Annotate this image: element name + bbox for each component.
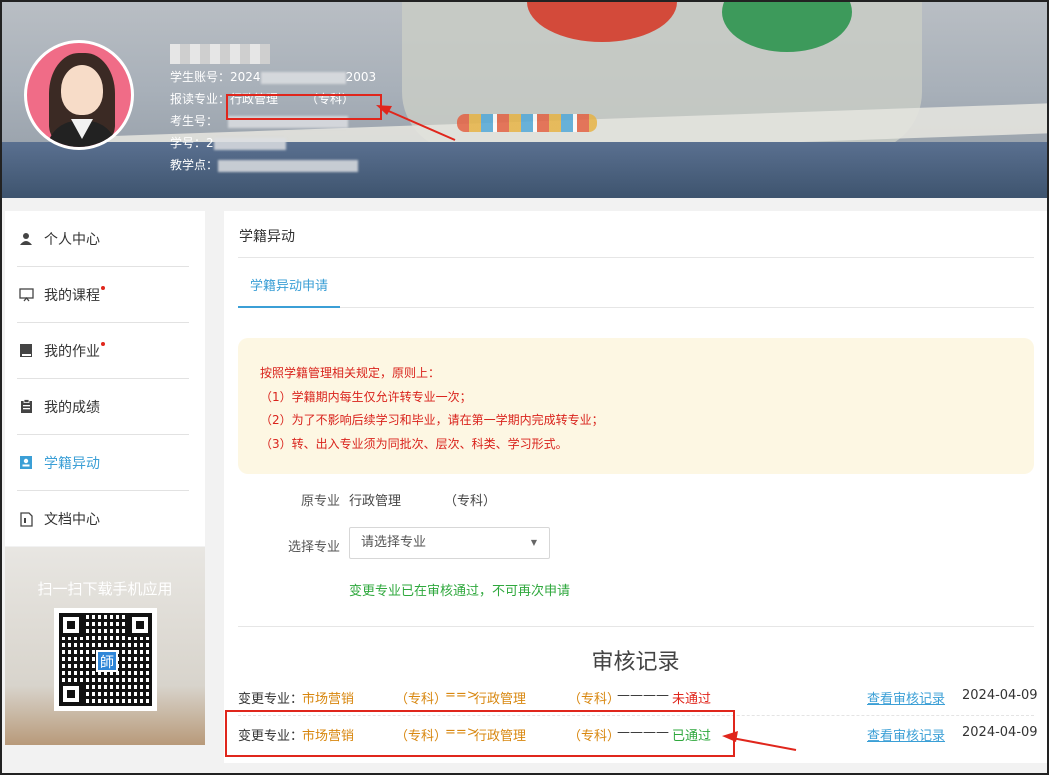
original-major-name: 行政管理: [349, 494, 402, 509]
sidebar: 个人中心 我的课程 我的作业 我的成绩 学籍异动 文档中心: [5, 211, 205, 546]
page-title: 学籍异动: [239, 229, 295, 245]
sidebar-item-status-change[interactable]: 学籍异动: [17, 435, 189, 491]
select-major-label: 选择专业: [287, 540, 340, 555]
sidebar-item-label: 我的作业: [44, 343, 100, 360]
major-select-placeholder: 请选择专业: [361, 535, 427, 550]
divider: [238, 626, 1034, 627]
passed-record-highlight-arrow: [722, 731, 797, 751]
main-panel: 学籍异动 学籍异动申请 按照学籍管理相关规定，原则上： （1）学籍期内每生仅允许…: [224, 211, 1047, 763]
major-highlight-box: [226, 94, 382, 120]
major-label: 报读专业：: [170, 92, 231, 106]
major-highlight-arrow: [376, 105, 456, 141]
header-background-book-cover: [2, 142, 1047, 198]
sidebar-item-my-grades[interactable]: 我的成绩: [17, 379, 189, 435]
teaching-center-row: 教学点：: [170, 154, 376, 176]
sidebar-item-label: 文档中心: [44, 512, 100, 528]
app-download-qr-code: 師: [54, 608, 157, 711]
student-number-head: 2: [206, 136, 214, 150]
chevron-down-icon: ▼: [530, 538, 537, 547]
teaching-center-redaction: [218, 159, 359, 172]
account-label: 学生账号：: [170, 70, 231, 84]
original-major-level: （专科）: [444, 494, 497, 509]
exam-number-label: 考生号：: [170, 114, 219, 128]
notification-dot: [101, 341, 105, 346]
clipboard-icon: [17, 398, 35, 416]
student-number-label: 学号：: [170, 136, 207, 150]
student-number-row: 学号：2: [170, 132, 376, 154]
qr-logo-icon: 師: [96, 650, 118, 672]
rules-notice: 按照学籍管理相关规定，原则上： （1）学籍期内每生仅允许转专业一次； （2）为了…: [238, 338, 1034, 474]
account-value: 2024: [230, 70, 261, 84]
sidebar-item-document-center[interactable]: 文档中心: [17, 491, 189, 547]
qr-finder-pattern: [59, 613, 83, 637]
notice-line: 按照学籍管理相关规定，原则上：: [260, 366, 441, 380]
account-redaction: [260, 71, 346, 84]
sidebar-item-label: 我的课程: [44, 287, 100, 304]
notice-line: （3）转、出入专业须为同批次、层次、科类、学习形式。: [260, 436, 568, 451]
notice-line: （1）学籍期内每生仅允许转专业一次；: [260, 389, 472, 404]
book-icon: [17, 342, 35, 360]
person-icon: [17, 230, 35, 248]
notification-dot: [101, 285, 105, 290]
sidebar-item-personal-center[interactable]: 个人中心: [17, 211, 189, 267]
record-to-major: 行政管理: [474, 692, 527, 707]
profile-header: 学生账号：2024 2003 报读专业：行政管理 （专科） 考生号： 学号：2 教学…: [2, 2, 1047, 198]
major-select[interactable]: 请选择专业 ▼: [349, 527, 550, 559]
sidebar-item-label: 个人中心: [44, 231, 100, 248]
divider: [238, 257, 1034, 258]
notice-line: （2）为了不影响后续学习和毕业，请在第一学期内完成转专业；: [260, 413, 604, 427]
divider: [238, 307, 1034, 308]
qr-title: 扫一扫下载手机应用: [37, 580, 173, 598]
account-row: 学生账号：2024 2003: [170, 66, 376, 88]
avatar: [24, 40, 134, 150]
passed-record-highlight-box: [225, 710, 735, 757]
monitor-icon: [17, 286, 35, 304]
header-background-dots: [457, 114, 597, 132]
tab-status-change-application[interactable]: 学籍异动申请: [250, 275, 328, 294]
view-review-record-link[interactable]: 查看审核记录: [867, 725, 945, 744]
record-date: 2024-04-09: [962, 725, 1038, 740]
view-review-record-link[interactable]: 查看审核记录: [867, 688, 945, 707]
records-title: 审核记录: [591, 650, 680, 675]
record-prefix: 变更专业：: [238, 692, 304, 707]
student-name-redacted: [170, 44, 270, 64]
record-to-level: （专科）: [568, 692, 621, 707]
sidebar-item-my-courses[interactable]: 我的课程: [17, 267, 189, 323]
qr-pattern: 師: [59, 613, 152, 706]
record-date: 2024-04-09: [962, 688, 1038, 703]
sidebar-item-label: 学籍异动: [44, 455, 100, 472]
account-tail: 2003: [345, 70, 377, 84]
avatar-face: [61, 65, 103, 115]
record-from-level: （专科）: [395, 692, 448, 707]
student-number-redaction: [213, 137, 286, 150]
record-status-failed: 未通过: [672, 692, 712, 707]
record-arrow: ==>: [445, 688, 478, 703]
qr-finder-pattern: [128, 613, 152, 637]
id-card-icon: [17, 454, 35, 472]
active-tab-indicator: [238, 306, 340, 308]
approval-status-note: 变更专业已在审核通过，不可再次申请: [349, 584, 571, 599]
teaching-center-label: 教学点：: [170, 158, 219, 172]
record-from-major: 市场营销: [302, 692, 355, 707]
app-download-panel: 扫一扫下载手机应用 師: [5, 547, 205, 745]
sidebar-item-label: 我的成绩: [44, 399, 100, 416]
sidebar-item-my-homework[interactable]: 我的作业: [17, 323, 189, 379]
record-dash: ————: [617, 688, 669, 703]
document-icon: [17, 510, 35, 528]
qr-finder-pattern: [59, 682, 83, 706]
original-major-label: 原专业: [300, 494, 340, 509]
